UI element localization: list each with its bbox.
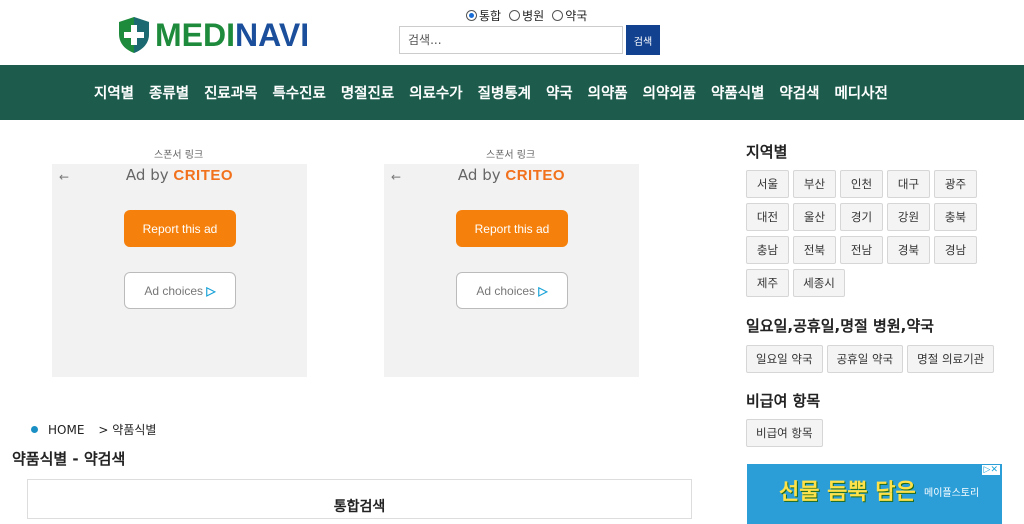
search-type-all[interactable]: 통합 [466, 7, 501, 24]
radio-icon[interactable] [466, 10, 477, 21]
ad-close-icon[interactable]: ▷✕ [981, 465, 1000, 475]
region-section-title: 지역별 [746, 143, 788, 161]
noncovered-chip-list: 비급여 항목 [746, 419, 1006, 447]
region-chip[interactable]: 울산 [793, 203, 836, 231]
search-type-hospital[interactable]: 병원 [509, 7, 544, 24]
page-title: 약품식별 - 약검색 [12, 450, 126, 468]
region-chip[interactable]: 경기 [840, 203, 883, 231]
region-chip[interactable]: 전북 [793, 236, 836, 264]
ad-choices-icon: ▷ [538, 283, 548, 298]
bullet-icon [31, 426, 38, 433]
holiday-section-title: 일요일,공휴일,명절 병원,약국 [746, 317, 934, 335]
search-button[interactable]: 검색 [626, 25, 660, 55]
holiday-chip[interactable]: 명절 의료기관 [907, 345, 995, 373]
sponsor-label: 스폰서 링크 [154, 150, 204, 161]
region-chip[interactable]: 대구 [887, 170, 930, 198]
nav-item-disease-stats[interactable]: 질병통계 [478, 82, 531, 103]
criteo-logo: CRITEO [173, 167, 234, 184]
search-panel: 통합검색 [27, 479, 692, 519]
ad-choices-icon: ▷ [206, 283, 216, 298]
region-chip-list: 서울 부산 인천 대구 광주 대전 울산 경기 강원 충북 충남 전북 전남 경… [746, 170, 1006, 297]
nav-item-special-care[interactable]: 특수진료 [272, 82, 325, 103]
region-chip[interactable]: 제주 [746, 269, 789, 297]
region-chip[interactable]: 전남 [840, 236, 883, 264]
ad-by-label: Ad by CRITEO [457, 166, 566, 184]
nav-item-type[interactable]: 종류별 [149, 82, 189, 103]
nav-item-pharmacy[interactable]: 약국 [546, 82, 573, 103]
nav-item-region[interactable]: 지역별 [94, 82, 134, 103]
search-input[interactable] [399, 26, 623, 54]
noncovered-section-title: 비급여 항목 [746, 392, 821, 410]
holiday-chip-list: 일요일 약국 공휴일 약국 명절 의료기관 [746, 345, 1006, 373]
holiday-chip[interactable]: 일요일 약국 [746, 345, 823, 373]
nav-item-medicine[interactable]: 의약품 [588, 82, 628, 103]
noncovered-chip[interactable]: 비급여 항목 [746, 419, 823, 447]
ad-choices-button[interactable]: Ad choices ▷ [456, 272, 568, 309]
report-ad-button[interactable]: Report this ad [124, 210, 236, 247]
region-chip[interactable]: 부산 [793, 170, 836, 198]
search-type-group: 통합 병원 약국 [466, 7, 587, 24]
ad-unit: ← Ad by CRITEO Report this ad Ad choices… [384, 164, 639, 377]
region-chip[interactable]: 경남 [934, 236, 977, 264]
site-logo[interactable]: MEDINAVI [117, 16, 309, 54]
sponsor-label: 스폰서 링크 [486, 150, 536, 161]
region-chip[interactable]: 세종시 [793, 269, 845, 297]
breadcrumb: HOME > 약품식별 [31, 421, 156, 438]
search-panel-heading: 통합검색 [333, 499, 386, 515]
search-type-pharmacy[interactable]: 약국 [552, 7, 587, 24]
region-chip[interactable]: 강원 [887, 203, 930, 231]
sidebar-banner-ad[interactable]: 선물 듬뿍 담은 메이플스토리 ▷✕ [747, 464, 1002, 524]
criteo-logo: CRITEO [505, 167, 566, 184]
region-chip[interactable]: 충남 [746, 236, 789, 264]
shield-cross-icon [119, 17, 149, 53]
radio-icon[interactable] [509, 10, 521, 21]
radio-icon[interactable] [552, 10, 564, 21]
holiday-chip[interactable]: 공휴일 약국 [826, 345, 904, 373]
nav-item-department[interactable]: 진료과목 [204, 82, 257, 103]
nav-item-holiday-care[interactable]: 명절진료 [341, 82, 394, 103]
logo-text: MEDINAVI [155, 17, 310, 53]
region-chip[interactable]: 인천 [840, 170, 883, 198]
nav-item-pill-identify[interactable]: 약품식별 [711, 82, 764, 103]
region-chip[interactable]: 경북 [887, 236, 930, 264]
ad-by-label: Ad by CRITEO [125, 166, 234, 184]
ad-unit: ← Ad by CRITEO Report this ad Ad choices… [52, 164, 307, 377]
region-chip[interactable]: 광주 [934, 170, 977, 198]
breadcrumb-current: > 약품식별 [98, 423, 157, 437]
region-chip[interactable]: 서울 [746, 170, 789, 198]
nav-item-medi-dictionary[interactable]: 메디사전 [834, 82, 887, 103]
banner-brand: 메이플스토리 [924, 488, 980, 499]
main-nav: 지역별 종류별 진료과목 특수진료 명절진료 의료수가 질병통계 약국 의약품 … [0, 65, 1024, 120]
nav-item-medical-fee[interactable]: 의료수가 [409, 82, 462, 103]
region-chip[interactable]: 충북 [934, 203, 977, 231]
ad-choices-button[interactable]: Ad choices ▷ [124, 272, 236, 309]
site-header: MEDINAVI 통합 병원 약국 검색 [0, 0, 1024, 65]
banner-headline: 선물 듬뿍 담은 [779, 480, 916, 505]
nav-item-quasi-drug[interactable]: 의약외품 [643, 82, 696, 103]
breadcrumb-home[interactable]: HOME [48, 423, 84, 437]
report-ad-button[interactable]: Report this ad [456, 210, 568, 247]
nav-item-drug-search[interactable]: 약검색 [779, 82, 819, 103]
region-chip[interactable]: 대전 [746, 203, 789, 231]
